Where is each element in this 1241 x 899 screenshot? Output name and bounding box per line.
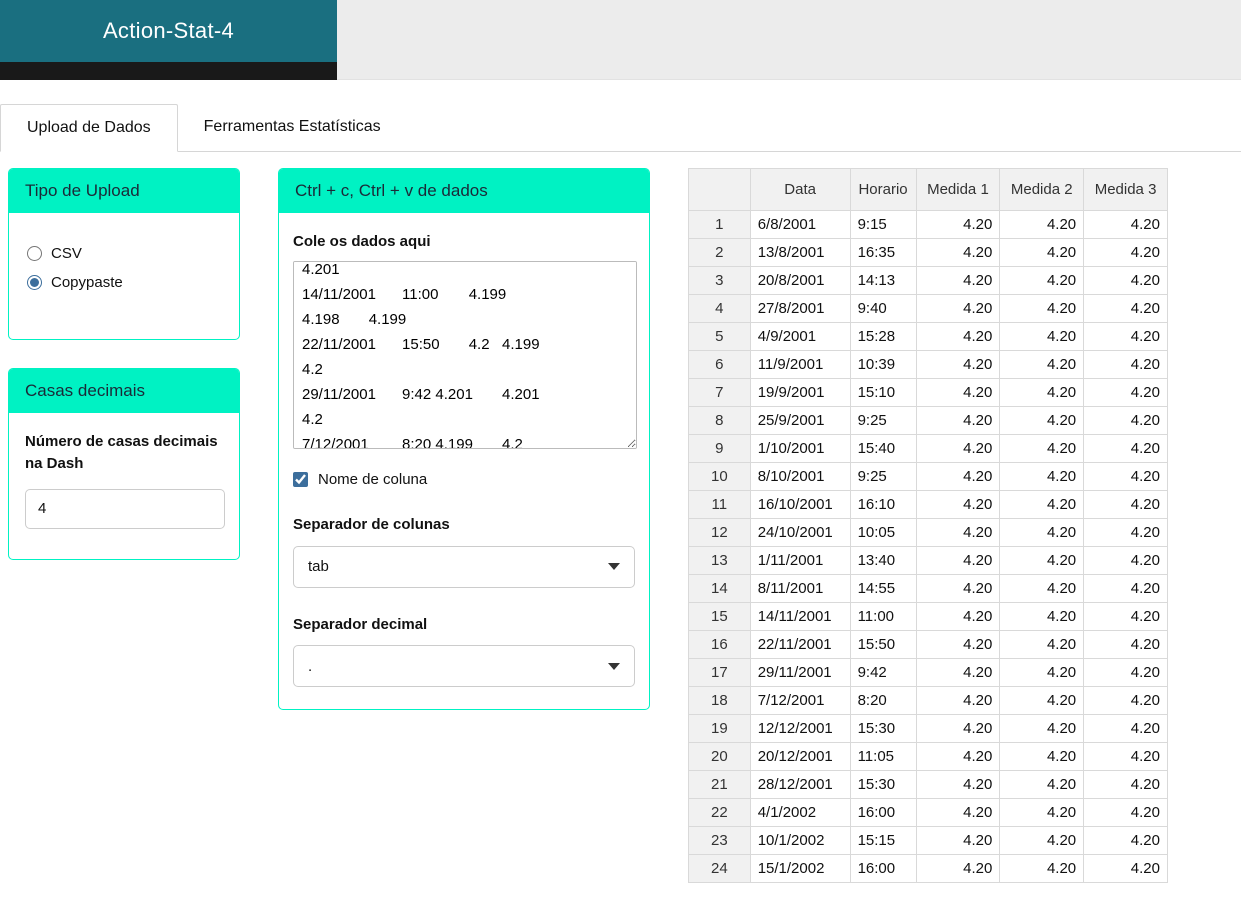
- table-row: 16 22/11/2001 15:50 4.20 4.20 4.20: [688, 630, 1168, 659]
- app-title: Action-Stat-4: [102, 18, 235, 43]
- upload-type-card-header: Tipo de Upload: [9, 169, 239, 213]
- table-row: 18 7/12/2001 8:20 4.20 4.20 4.20: [688, 686, 1168, 715]
- table-row: 8 25/9/2001 9:25 4.20 4.20 4.20: [688, 406, 1168, 435]
- table-row: 1 6/8/2001 9:15 4.20 4.20 4.20: [688, 210, 1168, 239]
- brand-block: Action-Stat-4: [0, 0, 337, 62]
- col-header-medida-3: Medida 3: [1083, 168, 1168, 211]
- table-row: 2 13/8/2001 16:35 4.20 4.20 4.20: [688, 238, 1168, 267]
- table-row: 7 19/9/2001 15:10 4.20 4.20 4.20: [688, 378, 1168, 407]
- chevron-down-icon: [608, 662, 620, 670]
- column-name-checkbox[interactable]: [293, 471, 308, 487]
- table-row: 12 24/10/2001 10:05 4.20 4.20 4.20: [688, 518, 1168, 547]
- upload-type-card: Tipo de Upload CSV Copypaste: [8, 168, 240, 340]
- decimals-label: Número de casas decimais na Dash: [25, 433, 218, 472]
- table-row: 11 16/10/2001 16:10 4.20 4.20 4.20: [688, 490, 1168, 519]
- table-row: 19 12/12/2001 15:30 4.20 4.20 4.20: [688, 714, 1168, 743]
- radio-csv-label: CSV: [51, 245, 82, 262]
- radio-option-csv[interactable]: CSV: [27, 245, 221, 262]
- decimal-separator-dropdown[interactable]: .: [293, 645, 635, 688]
- paste-card-header: Ctrl + c, Ctrl + v de dados: [279, 169, 649, 213]
- table-row: 5 4/9/2001 15:28 4.20 4.20 4.20: [688, 322, 1168, 351]
- radio-option-copypaste[interactable]: Copypaste: [27, 274, 221, 291]
- app-header: Action-Stat-4: [0, 0, 1241, 80]
- column-separator-dropdown[interactable]: tab: [293, 545, 635, 588]
- column-separator-value: tab: [308, 558, 329, 575]
- table-row: 22 4/1/2002 16:00 4.20 4.20 4.20: [688, 798, 1168, 827]
- radio-csv[interactable]: [27, 246, 42, 261]
- decimals-card-header: Casas decimais: [9, 369, 239, 413]
- table-row: 9 1/10/2001 15:40 4.20 4.20 4.20: [688, 434, 1168, 463]
- col-header-horario: Horario: [849, 168, 917, 211]
- decimal-separator-value: .: [308, 657, 313, 675]
- table-row: 3 20/8/2001 14:13 4.20 4.20 4.20: [688, 266, 1168, 295]
- column-name-checkbox-row[interactable]: Nome de coluna: [293, 471, 635, 488]
- column-separator-label: Separador de colunas: [293, 515, 450, 533]
- data-table-body: 1 6/8/2001 9:15 4.20 4.20 4.20 2 13/8/2001 16:35…: [688, 210, 1168, 883]
- decimal-separator-label: Separador decimal: [293, 615, 428, 633]
- radio-copypaste-label: Copypaste: [51, 274, 123, 291]
- table-row: 6 11/9/2001 10:39 4.20 4.20 4.20: [688, 350, 1168, 379]
- header-dark-strip: [0, 62, 337, 80]
- table-row: 21 28/12/2001 15:30 4.20 4.20 4.20: [688, 770, 1168, 799]
- data-table-container: Data Horario Medida 1 Medida 2 Medida 3 …: [688, 168, 1168, 883]
- col-header-medida-2: Medida 2: [999, 168, 1085, 211]
- table-row: 15 14/11/2001 11:00 4.20 4.20 4.20: [688, 602, 1168, 631]
- main-content: Tipo de Upload CSV Copypaste Casas decim…: [0, 152, 1241, 899]
- data-table: Data Horario Medida 1 Medida 2 Medida 3 …: [688, 168, 1168, 883]
- table-row: 4 27/8/2001 9:40 4.20 4.20 4.20: [688, 294, 1168, 323]
- paste-card: Ctrl + c, Ctrl + v de dados Cole os dado…: [278, 168, 650, 711]
- tab-bar: Upload de Dados Ferramentas Estatísticas: [0, 104, 1241, 152]
- col-header-data: Data: [749, 168, 851, 211]
- col-header-medida-1: Medida 1: [915, 168, 1001, 211]
- tab-upload-de-dados[interactable]: Upload de Dados: [0, 104, 178, 152]
- table-row: 14 8/11/2001 14:55 4.20 4.20 4.20: [688, 574, 1168, 603]
- data-table-header: Data Horario Medida 1 Medida 2 Medida 3: [688, 168, 1168, 211]
- table-row: 10 8/10/2001 9:25 4.20 4.20 4.20: [688, 462, 1168, 491]
- table-row: 23 10/1/2002 15:15 4.20 4.20 4.20: [688, 826, 1168, 855]
- table-row: 20 20/12/2001 11:05 4.20 4.20 4.20: [688, 742, 1168, 771]
- table-row: 24 15/1/2002 16:00 4.20 4.20 4.20: [688, 854, 1168, 883]
- table-row: 17 29/11/2001 9:42 4.20 4.20 4.20: [688, 658, 1168, 687]
- column-name-label: Nome de coluna: [318, 470, 428, 488]
- radio-copypaste[interactable]: [27, 275, 42, 290]
- tab-ferramentas-estatisticas[interactable]: Ferramentas Estatísticas: [178, 104, 407, 151]
- table-row: 13 1/11/2001 13:40 4.20 4.20 4.20: [688, 546, 1168, 575]
- paste-label: Cole os dados aqui: [293, 233, 431, 250]
- col-header-index: [688, 168, 751, 211]
- chevron-down-icon: [608, 563, 620, 570]
- paste-textarea[interactable]: 4.201 14/11/2001 11:00 4.199 4.198 4.199…: [293, 260, 637, 449]
- decimals-input[interactable]: [25, 488, 225, 529]
- decimals-card: Casas decimais Número de casas decimais …: [8, 368, 240, 560]
